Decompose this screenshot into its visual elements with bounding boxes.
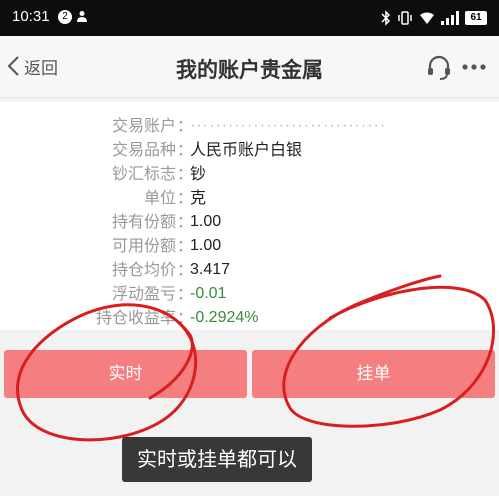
info-label: 持仓均价 bbox=[111, 260, 176, 279]
wifi-icon bbox=[420, 12, 434, 24]
pending-order-button[interactable]: 挂单 bbox=[252, 350, 495, 398]
info-row: 持有份额： 1.00 bbox=[0, 210, 499, 234]
vibrate-icon bbox=[398, 11, 412, 25]
info-row: 浮动盈亏： -0.01 bbox=[0, 282, 499, 306]
info-value: 1.00 bbox=[190, 237, 222, 254]
info-row: 单位：克 bbox=[0, 186, 499, 210]
nav-bar: 返回 我的账户贵金属 bbox=[0, 36, 499, 98]
info-value: 1.00 bbox=[190, 213, 222, 230]
info-row: 持仓收益率： -0.2924% bbox=[0, 306, 499, 330]
info-label: 交易账户 bbox=[111, 116, 176, 135]
status-bar: 10:31 2 61 bbox=[0, 0, 499, 36]
info-row: 交易账户： ······························· bbox=[0, 114, 499, 138]
status-time: 10:31 bbox=[12, 8, 50, 25]
info-value: 3.417 bbox=[190, 261, 231, 278]
info-value: ······························· bbox=[190, 117, 387, 134]
battery-indicator: 61 bbox=[465, 11, 487, 25]
info-label: 可用份额 bbox=[111, 236, 176, 255]
notification-count-badge: 2 bbox=[58, 10, 72, 24]
info-value: 克 bbox=[190, 188, 207, 207]
account-info-card: 交易账户： ······························· 交易品种… bbox=[0, 102, 499, 330]
info-row: 钞汇标志：钞 bbox=[0, 162, 499, 186]
info-value: 人民币账户白银 bbox=[190, 140, 303, 159]
headset-icon[interactable] bbox=[425, 53, 453, 81]
info-label: 钞汇标志 bbox=[111, 164, 176, 183]
info-value: 钞 bbox=[190, 164, 207, 183]
info-row: 可用份额： 1.00 bbox=[0, 234, 499, 258]
system-icons: 61 bbox=[381, 9, 487, 27]
info-row: 持仓均价： 3.417 bbox=[0, 258, 499, 282]
info-value: -0.01 bbox=[190, 285, 227, 302]
info-label: 持有份额 bbox=[111, 212, 176, 231]
more-icon[interactable] bbox=[460, 53, 488, 81]
info-label: 交易品种 bbox=[111, 140, 176, 159]
info-value: -0.2924% bbox=[190, 309, 259, 326]
signal-icon bbox=[441, 11, 459, 25]
info-row: 交易品种：人民币账户白银 bbox=[0, 138, 499, 162]
info-label: 持仓收益率 bbox=[95, 308, 176, 327]
info-label: 单位 bbox=[143, 188, 176, 207]
annotation-caption: 实时或挂单都可以 bbox=[122, 437, 312, 482]
person-icon bbox=[77, 11, 87, 22]
bluetooth-icon bbox=[381, 10, 391, 26]
realtime-button[interactable]: 实时 bbox=[4, 350, 247, 398]
info-label: 浮动盈亏 bbox=[111, 284, 176, 303]
